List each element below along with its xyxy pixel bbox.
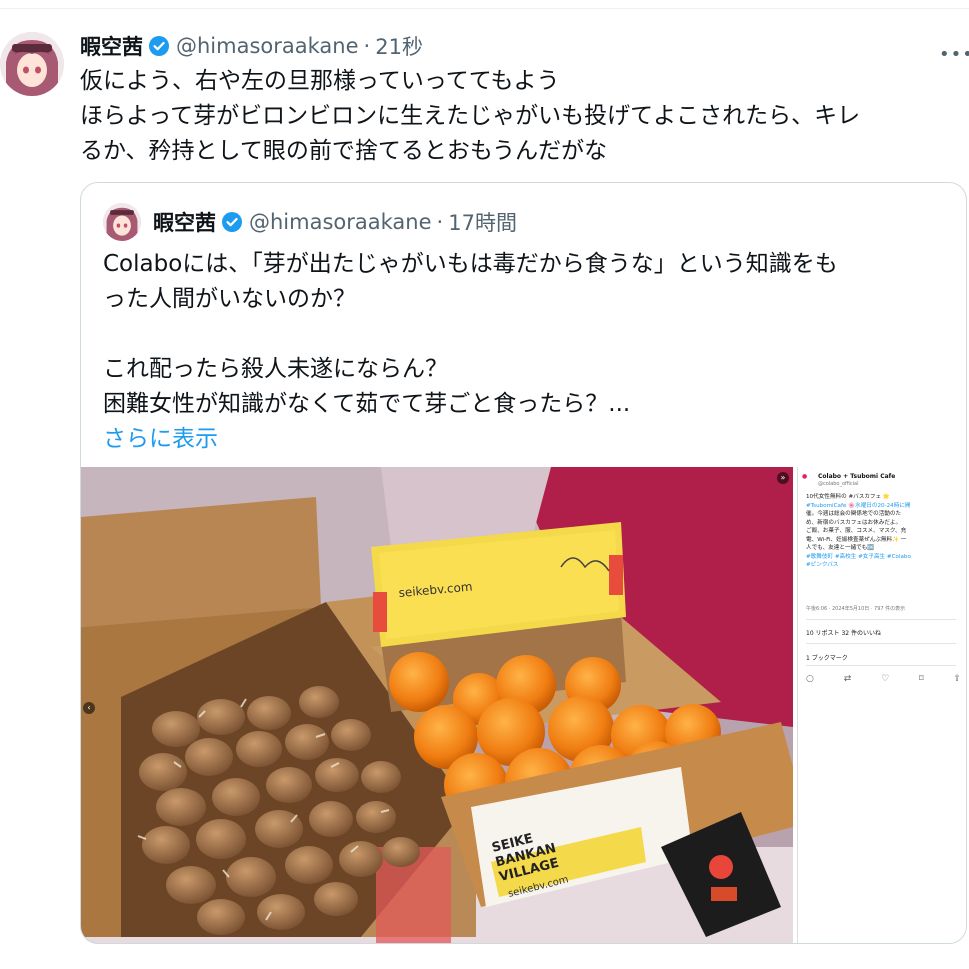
media-grid[interactable]: seikebv.com SEIKE BANKAN VILLAGE seikebv… — [81, 467, 966, 943]
verified-badge-icon — [221, 211, 243, 233]
embedded-line: 電、Wi-Fi、妊娠検査薬ぜんぶ無料✨ 一 — [806, 536, 907, 543]
quoted-timestamp[interactable]: 17時間 — [448, 207, 517, 237]
quoted-text-line — [103, 317, 953, 352]
quoted-text-line: 困難女性が知識がなくて茹でて芽ごと食ったら？... — [103, 391, 631, 417]
embedded-line: 人でも、友達と一緒でも🆗 — [806, 545, 875, 551]
avatar[interactable] — [0, 32, 64, 96]
tweet-text-line: ほらよって芽がビロンビロンに生えたじゃがいも投げてよこされたら、キレ — [80, 103, 861, 129]
like-icon: ♡ — [881, 674, 890, 684]
media-next-icon[interactable]: » — [777, 472, 789, 484]
more-options-icon[interactable]: ••• — [939, 44, 969, 65]
embedded-line: #TsubomiCafe 🌸水曜日の20-24時に開 — [806, 502, 911, 509]
embedded-line: め、新宿のバスカフェはお休みだよ。 — [806, 519, 902, 526]
tweet-text-line: るか、矜持として眼の前で捨てるとおもうんだがな — [80, 138, 608, 164]
embedded-line: 催。今週は総会の関係地での活動のた — [806, 511, 902, 517]
embedded-line: #歌舞伎町 #高校生 #女子高生 #Colabo — [806, 553, 911, 560]
bookmark-icon: ⌑ — [918, 674, 924, 684]
quoted-tweet-header: 暇空茜 @himasoraakane · 17時間 — [153, 206, 517, 238]
repost-icon: ⇄ — [843, 674, 852, 684]
embedded-line: ご飯、お菓子、服、コスメ、マスク、充 — [806, 528, 907, 534]
share-icon: ⇪ — [953, 674, 961, 684]
timestamp[interactable]: 21秒 — [375, 31, 423, 61]
quoted-user-handle[interactable]: @himasoraakane — [249, 210, 432, 234]
quoted-display-name[interactable]: 暇空茜 — [153, 207, 216, 237]
photo-embedded-post[interactable]: ● Colabo + Tsubomi Cafe @colabo_official… — [797, 467, 966, 943]
photo-potatoes-oranges[interactable]: seikebv.com SEIKE BANKAN VILLAGE seikebv… — [81, 467, 793, 943]
embedded-stats: 10 リポスト 32 件のいいね — [806, 630, 881, 637]
divider-line — [806, 643, 956, 644]
tweet-text: 仮によう、右や左の旦那様っていっててもよう ほらよって芽がビロンビロンに生えたじ… — [80, 64, 960, 169]
user-handle[interactable]: @himasoraakane — [176, 34, 359, 58]
display-name[interactable]: 暇空茜 — [80, 31, 143, 61]
quoted-avatar[interactable] — [103, 203, 141, 241]
show-more-link[interactable]: さらに表示 — [103, 422, 953, 457]
embedded-handle: @colabo_official — [818, 481, 859, 487]
embedded-avatar-icon: ● — [802, 473, 808, 480]
quoted-text-line: Colaboには、「芽が出たじゃがいもは毒だから食うな」という知識をも — [103, 251, 838, 277]
embedded-line: 10代女性無料の #バスカフェ 🌟 — [806, 494, 890, 500]
embedded-line: #ピンクバス — [806, 562, 839, 568]
divider-line — [0, 8, 969, 9]
tweet-header: 暇空茜 @himasoraakane · 21秒 — [80, 30, 423, 62]
verified-badge-icon — [148, 35, 170, 57]
embedded-body: 10代女性無料の #バスカフェ 🌟 #TsubomiCafe 🌸水曜日の20-2… — [806, 493, 956, 570]
reply-icon: ○ — [806, 674, 814, 684]
separator: · — [363, 34, 371, 58]
embedded-action-bar: ○ ⇄ ♡ ⌑ ⇪ — [806, 674, 961, 684]
divider-line — [806, 665, 956, 666]
divider-line — [806, 619, 956, 620]
quoted-tweet-text: Colaboには、「芽が出たじゃがいもは毒だから食うな」という知識をも った人間… — [103, 247, 953, 457]
quoted-tweet-card[interactable]: 暇空茜 @himasoraakane · 17時間 Colaboには、「芽が出た… — [80, 182, 967, 944]
embedded-bookmarks: 1 ブックマーク — [806, 655, 848, 662]
embedded-name: Colabo + Tsubomi Cafe — [818, 473, 896, 480]
tweet-text-line: 仮によう、右や左の旦那様っていっててもよう — [80, 68, 560, 94]
media-prev-icon[interactable]: ‹ — [83, 702, 95, 714]
separator: · — [436, 210, 444, 234]
quoted-text-line: った人間がいないのか？ — [103, 286, 356, 312]
quoted-text-line: これ配ったら殺人未遂にならん？ — [103, 356, 448, 382]
embedded-meta: 午後6:06 · 2024年5月10日 · 797 件の表示 — [806, 606, 906, 612]
